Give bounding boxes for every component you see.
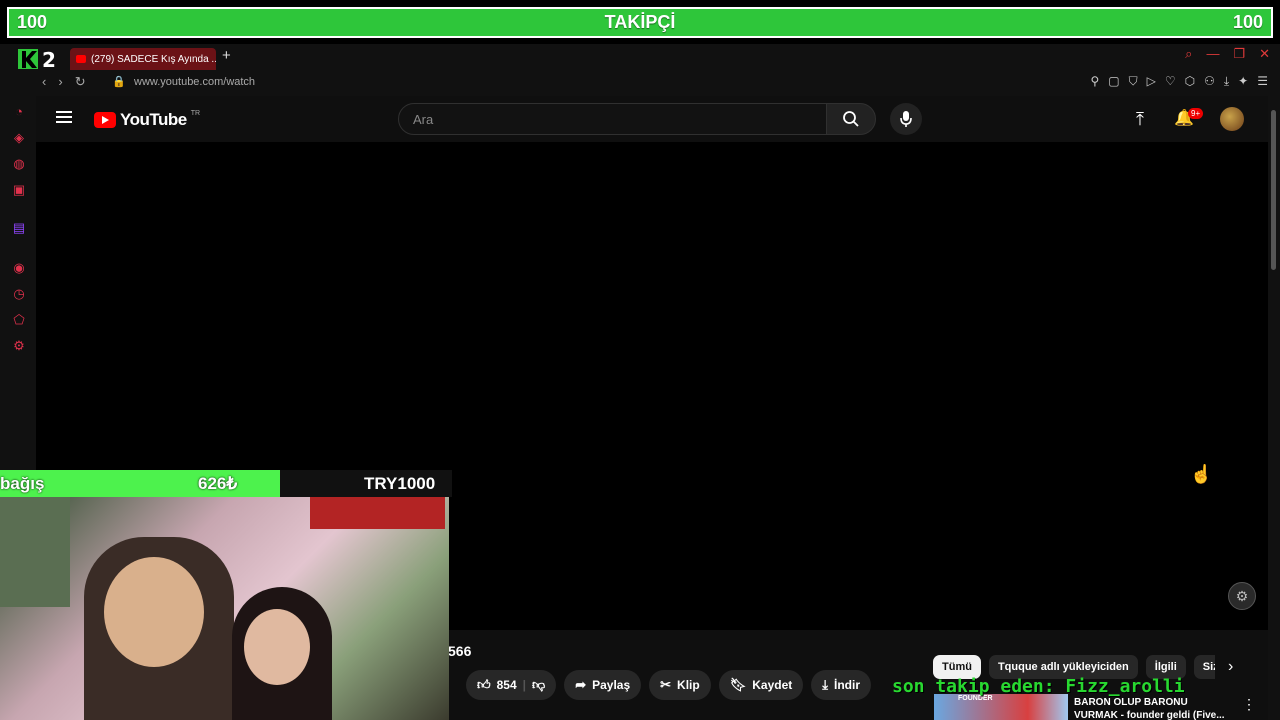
dislike-icon[interactable]: 👎︎ [532, 677, 545, 693]
screenshot-icon[interactable]: ▢ [1108, 74, 1119, 89]
svg-text:2: 2 [42, 48, 56, 72]
history-icon[interactable]: ◷ [11, 286, 27, 302]
new-tab-icon[interactable]: + [222, 47, 231, 64]
share-label: Paylaş [592, 678, 631, 692]
lock-icon[interactable]: 🔒 [112, 75, 126, 88]
background-sign [0, 497, 70, 607]
profile-icon[interactable]: ⚇ [1204, 74, 1215, 89]
clip-icon: ✂ [660, 677, 672, 692]
speed-dial-icon[interactable]: ◔ [11, 104, 27, 120]
save-label: Kaydet [752, 678, 793, 692]
play-icon[interactable]: ▷ [1147, 74, 1156, 89]
more-options-icon[interactable]: ⋮ [1242, 696, 1256, 713]
address-bar: ‹ › ↻ 🔒 www.youtube.com/watch ⚲ ▢ ⛉ ▷ ♡ … [0, 70, 1280, 96]
download-label: İndir [834, 678, 860, 692]
donation-goal-bar: bağış 626₺ TRY1000 [0, 470, 452, 497]
webcam-feed [0, 497, 449, 720]
window-controls: ⌕ — ❐ ✕ [1185, 46, 1270, 62]
menu-icon[interactable]: ☰ [1257, 74, 1268, 89]
youtube-play-icon [94, 112, 116, 128]
settings-gear-icon[interactable]: ⚙ [1228, 582, 1256, 610]
search-tabs-icon[interactable]: ⌕ [1185, 46, 1192, 62]
shield-icon[interactable]: ⛉ [1129, 74, 1138, 89]
follower-goal-label: TAKİPÇİ [604, 12, 676, 32]
twitch-icon[interactable]: ▤ [11, 220, 27, 236]
search-input[interactable]: Ara [398, 103, 828, 135]
save-icon: 🔖︎ [729, 677, 747, 692]
like-button[interactable]: 👍︎ 854 | 👎︎ [466, 670, 557, 700]
clip-label: Klip [677, 678, 700, 692]
ai-icon[interactable]: ✦ [1238, 74, 1248, 89]
microphone-icon [900, 111, 912, 127]
forward-icon[interactable]: › [58, 74, 62, 90]
upload-icon[interactable]: ⤒ [1136, 109, 1144, 130]
browser-tab-bar: 2 (279) SADECE Kış Ayında ... + ⌕ — ❐ ✕ [0, 44, 1280, 72]
donation-label: bağış [0, 474, 45, 493]
pin-icon[interactable]: ⚲ [1090, 74, 1099, 89]
share-button[interactable]: ➦ Paylaş [564, 670, 642, 700]
youtube-favicon-icon [76, 55, 86, 63]
youtube-wordmark: YouTube [120, 110, 187, 129]
back-icon[interactable]: ‹ [42, 74, 46, 90]
search-button[interactable] [826, 103, 876, 135]
youtube-logo[interactable]: YouTube TR [94, 110, 200, 130]
browser-tab-youtube[interactable]: (279) SADECE Kış Ayında ... [70, 48, 216, 70]
gmail-icon[interactable]: ▣ [11, 182, 27, 198]
maximize-icon[interactable]: ❐ [1233, 46, 1245, 62]
settings-icon[interactable]: ⚙ [11, 338, 27, 354]
share-icon: ➦ [575, 677, 587, 692]
follower-goal-bar: 100 TAKİPÇİ 100 [0, 0, 1280, 44]
account-avatar[interactable] [1220, 107, 1244, 131]
page-scrollbar[interactable] [1268, 96, 1280, 720]
clip-button[interactable]: ✂ Klip [649, 670, 711, 700]
follower-goal-target: 100 [1232, 12, 1263, 32]
download-icon[interactable]: ⤓ [1224, 74, 1229, 89]
view-count: 566 [448, 643, 472, 659]
messenger-icon[interactable]: ◈ [11, 130, 27, 146]
tab-title: (279) SADECE Kış Ayında ... [91, 53, 216, 65]
streamer-face [104, 557, 204, 667]
follower-goal-fill: 100 TAKİPÇİ 100 [7, 7, 1273, 38]
extensions-icon[interactable]: ⬡ [1185, 74, 1195, 89]
voice-search-button[interactable] [890, 103, 922, 135]
notification-badge: 9+ [1188, 108, 1204, 119]
mouse-pointer-icon: ☝ [1190, 464, 1213, 484]
close-icon[interactable]: ✕ [1259, 46, 1270, 62]
guest-face [244, 609, 310, 685]
streamer-logo-icon: 2 [18, 48, 56, 72]
region-code: TR [190, 109, 201, 117]
like-count: 854 [496, 678, 517, 692]
minimize-icon[interactable]: — [1206, 46, 1219, 62]
extensions-sidebar-icon[interactable]: ⬠ [11, 312, 27, 328]
hamburger-menu-icon[interactable] [56, 111, 72, 123]
player-icon[interactable]: ◉ [11, 260, 27, 276]
chip-for-you[interactable]: Size [1193, 655, 1215, 679]
video-actions: 👍︎ 854 | 👎︎ ➦ Paylaş ✂ Klip 🔖︎ Kaydet ⤓ … [466, 670, 871, 700]
recommended-video-thumbnail[interactable]: FOUNDER [934, 694, 1068, 720]
latest-follower-ticker: son takip eden: Fizz_arolli [892, 676, 1185, 697]
url-field[interactable]: www.youtube.com/watch [134, 76, 255, 88]
reload-icon[interactable]: ↻ [75, 74, 86, 90]
extension-toolbar: ⚲ ▢ ⛉ ▷ ♡ ⬡ ⚇ ⤓ ✦ ☰ [1090, 74, 1268, 89]
navigation-buttons: ‹ › ↻ [42, 74, 86, 90]
background-poster [310, 497, 445, 529]
whatsapp-icon[interactable]: ◍ [11, 156, 27, 172]
download-button[interactable]: ⤓ İndir [811, 670, 871, 700]
chevron-right-icon[interactable]: › [1228, 658, 1233, 676]
youtube-header: YouTube TR Ara ⤒ 🔔 9+ [36, 96, 1268, 142]
donation-amount: 626₺ [198, 474, 238, 493]
heart-icon[interactable]: ♡ [1165, 74, 1176, 89]
search-icon [843, 111, 859, 127]
follower-goal-current: 100 [17, 12, 48, 32]
scrollbar-thumb[interactable] [1271, 110, 1276, 270]
recommended-video-title[interactable]: BARON OLUP BARONU VURMAK - founder geldi… [1074, 696, 1234, 720]
donation-goal: TRY1000 [364, 474, 436, 493]
save-button[interactable]: 🔖︎ Kaydet [718, 670, 804, 700]
download-video-icon: ⤓ [822, 677, 828, 692]
like-icon: 👍︎ [477, 677, 491, 692]
screen: 100 TAKİPÇİ 100 2 (279) SADECE Kış Ayınd… [0, 0, 1280, 720]
